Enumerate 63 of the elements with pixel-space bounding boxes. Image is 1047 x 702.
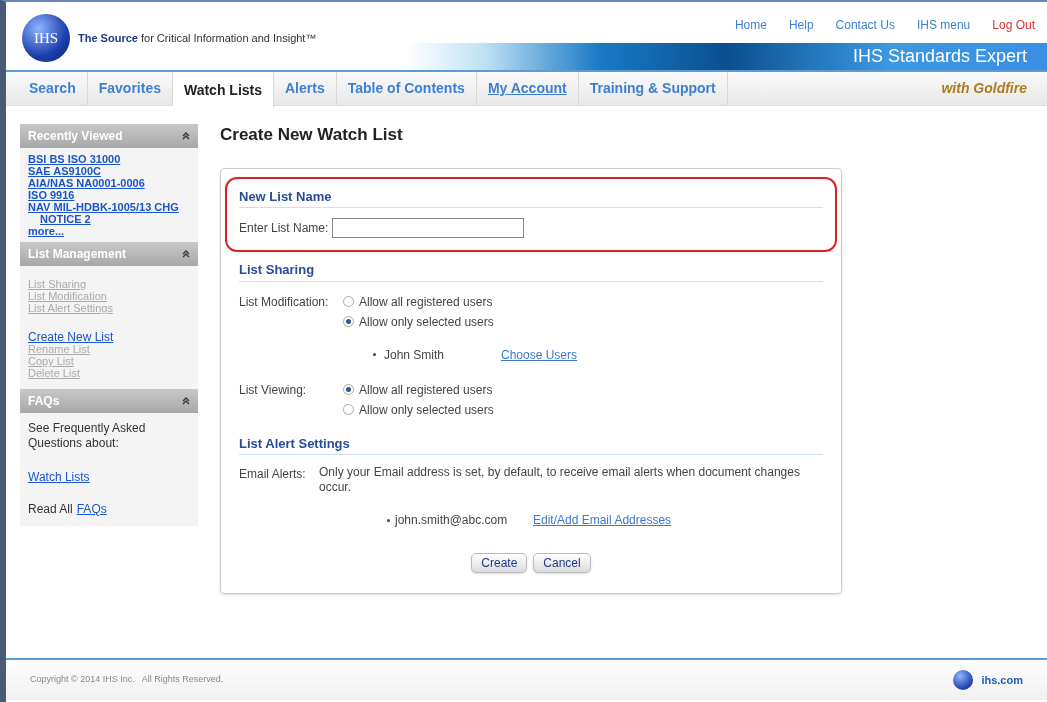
header-link[interactable]: IHS menu (916, 16, 971, 34)
radio-button[interactable] (343, 316, 354, 327)
product-name: IHS Standards Expert (852, 45, 1027, 68)
list-name-field[interactable] (332, 218, 525, 238)
faq-link[interactable]: FAQs (76, 500, 107, 518)
field-label: Enter List Name: (239, 220, 329, 237)
radio-button[interactable] (343, 296, 354, 307)
nav-tab[interactable]: Training & Support (578, 72, 728, 105)
radio-button[interactable] (343, 404, 354, 415)
collapse-icon[interactable] (182, 132, 190, 140)
alerts-description: Only your Email address is set, by default, to receive email alerts when document changes occur. (319, 465, 801, 495)
tagline: The Source for Critical Information and Insight™ (78, 30, 317, 46)
header-link[interactable]: Home (734, 16, 767, 34)
header-link[interactable]: Help (788, 16, 814, 34)
form-button[interactable]: Create (471, 553, 528, 573)
nav-tab[interactable]: Favorites (87, 72, 173, 105)
radio-label: Allow only selected users (359, 401, 494, 419)
radio-label: Allow only selected users (359, 313, 494, 331)
section-title: FAQs (28, 393, 60, 410)
choose-users-link[interactable]: Choose Users (501, 345, 578, 364)
sidebar-link[interactable]: BSI BS ISO 31000 (28, 153, 190, 165)
sidebar-link[interactable]: ISO 9916 (28, 189, 190, 201)
header-link[interactable]: Log Out (992, 16, 1035, 34)
sidebar-link[interactable]: more... (28, 225, 190, 237)
nav-tab[interactable]: Search (18, 72, 88, 105)
email-address: john.smith@abc.com (395, 512, 509, 529)
footer-link[interactable]: ihs.com (981, 671, 1023, 689)
page-title: Create New Watch List (220, 124, 404, 146)
radio-button[interactable] (343, 384, 354, 395)
section-heading: New List Name (239, 186, 823, 208)
bullet-icon (387, 518, 390, 522)
collapse-icon[interactable] (182, 397, 190, 405)
sidebar-link[interactable]: Create New List (28, 331, 190, 343)
collapse-icon[interactable] (182, 250, 190, 258)
faq-link[interactable]: Watch Lists (28, 468, 190, 486)
logo-text: IHS (33, 28, 59, 48)
nav-tab[interactable]: My Account (476, 72, 579, 105)
field-label: Email Alerts: (239, 466, 307, 483)
radio-label: Allow all registered users (359, 293, 493, 311)
sidebar-link[interactable]: SAE AS9100C (28, 165, 190, 177)
section-title: List Management (28, 246, 126, 263)
nav-tab[interactable]: Alerts (274, 72, 337, 105)
logo-icon (953, 670, 974, 690)
user-name: John Smith (384, 346, 446, 364)
goldfire-tagline: with Goldfire (941, 79, 1027, 98)
nav-tab[interactable]: Table of Contents (336, 72, 477, 105)
form-button[interactable]: Cancel (533, 553, 591, 573)
sidebar-link[interactable]: NAV MIL-HDBK-1005/13 CHG (28, 201, 190, 213)
copyright-text: Copyright © 2014 IHS Inc. All Rights Reserved. (30, 673, 224, 687)
section-heading: List Alert Settings (239, 433, 823, 455)
sidebar-link[interactable]: NOTICE 2 (28, 213, 91, 225)
field-label: List Modification: (239, 293, 330, 311)
faq-intro: See Frequently Asked Questions about: (28, 421, 147, 451)
radio-label: Allow all registered users (359, 381, 493, 399)
read-all-label: Read All (28, 501, 73, 518)
header-link[interactable]: Contact Us (835, 16, 895, 34)
field-label: List Viewing: (239, 381, 308, 399)
bullet-icon (373, 353, 376, 356)
sidebar-link[interactable]: AIA/NAS NA0001-0006 (28, 177, 190, 189)
edit-email-link[interactable]: Edit/Add Email Addresses (533, 511, 672, 529)
section-title: Recently Viewed (28, 128, 123, 145)
nav-tab[interactable]: Watch Lists (172, 72, 274, 108)
section-heading: List Sharing (239, 260, 823, 282)
